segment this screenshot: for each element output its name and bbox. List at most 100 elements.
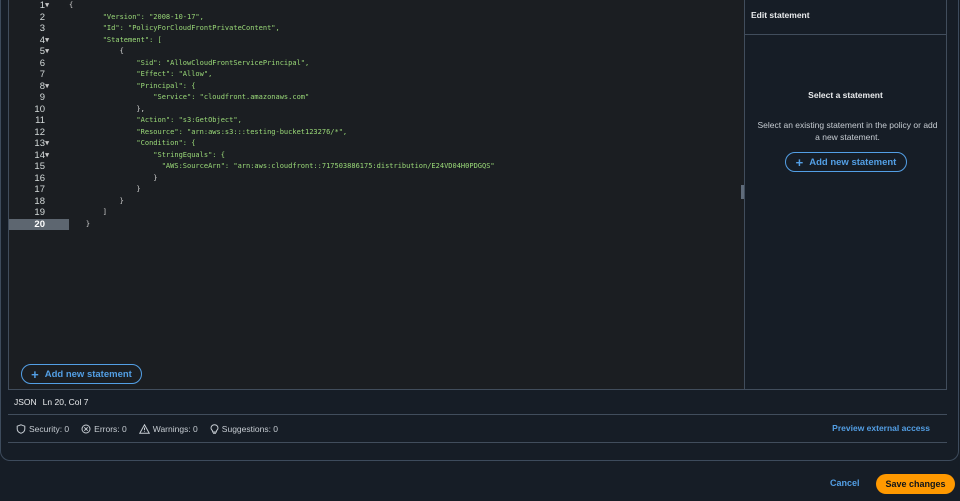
code-line[interactable]: } bbox=[69, 184, 744, 196]
code-line-text: "Service": "cloudfront.amazonaws.com" bbox=[69, 93, 310, 101]
editor-container: 1 ▼ 2 3 4 ▼ 5 ▼ 6 7 8 ▼ 9 10 11 12 13 ▼ 14 ▼ 15 16 17 18 19 20 { … bbox=[0, 0, 959, 461]
suggestion-count: Suggestions: 0 bbox=[221, 423, 279, 434]
plus-icon: + bbox=[31, 366, 39, 382]
fold-toggle-icon[interactable]: ▼ bbox=[45, 138, 49, 150]
code-line[interactable]: "AWS:SourceArn": "arn:aws:cloudfront::71… bbox=[69, 161, 744, 173]
select-statement-title: Select a statement bbox=[808, 90, 883, 100]
code-line[interactable]: "Effect": "Allow", bbox=[69, 69, 744, 81]
line-number-text: 15 bbox=[34, 161, 45, 172]
line-number: 12 bbox=[9, 127, 69, 139]
preview-external-access-link[interactable]: Preview external access bbox=[832, 415, 930, 442]
code-line[interactable]: "Resource": "arn:aws:s3:::testing-bucket… bbox=[69, 127, 744, 139]
panel-add-new-statement-label: Add new statement bbox=[809, 156, 897, 168]
line-number: 19 bbox=[9, 207, 69, 219]
code-line[interactable]: } bbox=[69, 196, 744, 208]
code-line[interactable]: "StringEquals": { bbox=[69, 150, 744, 162]
code-line[interactable]: } bbox=[69, 219, 744, 231]
select-statement-description: Select an existing statement in the poli… bbox=[757, 120, 938, 142]
code-line[interactable]: "Version": "2008-10-17", bbox=[69, 12, 744, 24]
plus-icon: + bbox=[795, 154, 804, 170]
code-line[interactable]: } bbox=[69, 173, 744, 185]
line-number: 5 ▼ bbox=[9, 46, 69, 58]
line-number: 3 bbox=[9, 23, 69, 35]
code-line-text: "Condition": { bbox=[69, 139, 196, 147]
code-line-text: { bbox=[69, 47, 124, 55]
code-line[interactable]: "Action": "s3:GetObject", bbox=[69, 115, 744, 127]
line-number: 9 bbox=[9, 92, 69, 104]
add-new-statement-label: Add new statement bbox=[44, 368, 132, 380]
security-count: Security: 0 bbox=[29, 423, 70, 434]
security-issues[interactable]: Security: 0 bbox=[16, 424, 69, 434]
line-number-text: 7 bbox=[39, 69, 45, 80]
edit-statement-heading: Edit statement bbox=[745, 0, 946, 35]
code-line-text: "Id": "PolicyForCloudFrontPrivateContent… bbox=[69, 24, 280, 32]
error-icon bbox=[81, 424, 91, 433]
save-changes-button[interactable]: Save changes bbox=[876, 474, 955, 494]
line-number-text: 6 bbox=[39, 57, 45, 69]
line-number: 7 bbox=[9, 69, 69, 81]
code-line-text: "Principal": { bbox=[69, 81, 196, 90]
code-line[interactable]: "Principal": { bbox=[69, 81, 744, 93]
line-number: 4 ▼ bbox=[9, 35, 69, 47]
policy-editor-frame: 1 ▼ 2 3 4 ▼ 5 ▼ 6 7 8 ▼ 9 10 11 12 13 ▼ 14 ▼ 15 16 17 18 19 20 { … bbox=[0, 0, 960, 501]
line-number-text: 19 bbox=[34, 207, 45, 218]
line-number-text: 14 bbox=[34, 149, 45, 161]
line-number-text: 13 bbox=[34, 138, 45, 149]
fold-toggle-icon[interactable]: ▼ bbox=[45, 81, 49, 93]
line-number: 18 bbox=[9, 196, 69, 208]
error-issues[interactable]: Errors: 0 bbox=[81, 424, 127, 434]
code-line-text: } bbox=[69, 196, 124, 205]
line-number-text: 11 bbox=[35, 115, 45, 126]
code-line-text: } bbox=[69, 185, 141, 193]
line-number: 17 bbox=[9, 184, 69, 196]
code-line[interactable]: { bbox=[69, 46, 744, 58]
language-label: JSON bbox=[14, 397, 37, 407]
fold-toggle-icon[interactable]: ▼ bbox=[45, 150, 49, 162]
code-line[interactable]: ] bbox=[69, 207, 744, 219]
code-line[interactable]: }, bbox=[69, 104, 744, 116]
code-line-text: "Action": "s3:GetObject", bbox=[69, 116, 242, 124]
line-number-gutter: 1 ▼ 2 3 4 ▼ 5 ▼ 6 7 8 ▼ 9 10 11 12 13 ▼ 14 ▼ 15 16 17 18 19 20 bbox=[9, 0, 69, 389]
suggestion-issues[interactable]: Suggestions: 0 bbox=[210, 424, 278, 434]
fold-toggle-icon[interactable]: ▼ bbox=[45, 0, 49, 12]
code-line-text: } bbox=[69, 173, 158, 182]
cursor-position: Ln 20, Col 7 bbox=[42, 397, 89, 407]
line-number: 13 ▼ bbox=[9, 138, 69, 150]
line-number: 8 ▼ bbox=[9, 81, 69, 93]
lightbulb-icon bbox=[210, 423, 219, 434]
code-line-text: "Effect": "Allow", bbox=[69, 70, 213, 78]
line-number: 20 bbox=[9, 218, 69, 230]
json-code-editor[interactable]: 1 ▼ 2 3 4 ▼ 5 ▼ 6 7 8 ▼ 9 10 11 12 13 ▼ 14 ▼ 15 16 17 18 19 20 { … bbox=[8, 0, 745, 389]
code-line[interactable]: "Id": "PolicyForCloudFrontPrivateContent… bbox=[69, 23, 744, 35]
warning-issues[interactable]: Warnings: 0 bbox=[138, 423, 198, 434]
line-number-text: 16 bbox=[34, 172, 45, 184]
code-line-text: { bbox=[69, 1, 74, 9]
line-number: 14 ▼ bbox=[9, 150, 69, 162]
code-line[interactable]: "Service": "cloudfront.amazonaws.com" bbox=[69, 92, 744, 104]
fold-toggle-icon[interactable]: ▼ bbox=[45, 46, 49, 58]
edit-statement-panel: Edit statement Select a statement Select… bbox=[745, 0, 947, 389]
code-line[interactable]: { bbox=[69, 0, 744, 12]
add-new-statement-button[interactable]: + Add new statement bbox=[21, 364, 142, 384]
warning-icon bbox=[138, 423, 150, 434]
line-number: 2 bbox=[9, 12, 69, 24]
line-number: 15 bbox=[9, 161, 69, 173]
code-line[interactable]: "Condition": { bbox=[69, 138, 744, 150]
line-number-text: 3 bbox=[39, 23, 45, 34]
line-number-text: 17 bbox=[34, 184, 45, 195]
code-line[interactable]: "Sid": "AllowCloudFrontServicePrincipal"… bbox=[69, 58, 744, 70]
cancel-button[interactable]: Cancel bbox=[830, 478, 860, 488]
code-area[interactable]: { "Version": "2008-10-17", "Id": "Policy… bbox=[69, 0, 744, 230]
panel-add-new-statement-button[interactable]: + Add new statement bbox=[785, 152, 907, 172]
line-number-text: 12 bbox=[34, 126, 45, 138]
editor-scrollbar[interactable] bbox=[741, 185, 744, 199]
editor-status-bar: JSON Ln 20, Col 7 bbox=[8, 389, 947, 414]
line-number-text: 10 bbox=[34, 103, 45, 115]
code-line-text: "Statement": [ bbox=[69, 35, 162, 44]
shield-icon bbox=[16, 423, 26, 434]
line-number: 16 bbox=[9, 173, 69, 185]
code-line[interactable]: "Statement": [ bbox=[69, 35, 744, 47]
warning-count: Warnings: 0 bbox=[152, 423, 198, 434]
fold-toggle-icon[interactable]: ▼ bbox=[45, 35, 49, 47]
code-line-text: "StringEquals": { bbox=[69, 150, 225, 159]
